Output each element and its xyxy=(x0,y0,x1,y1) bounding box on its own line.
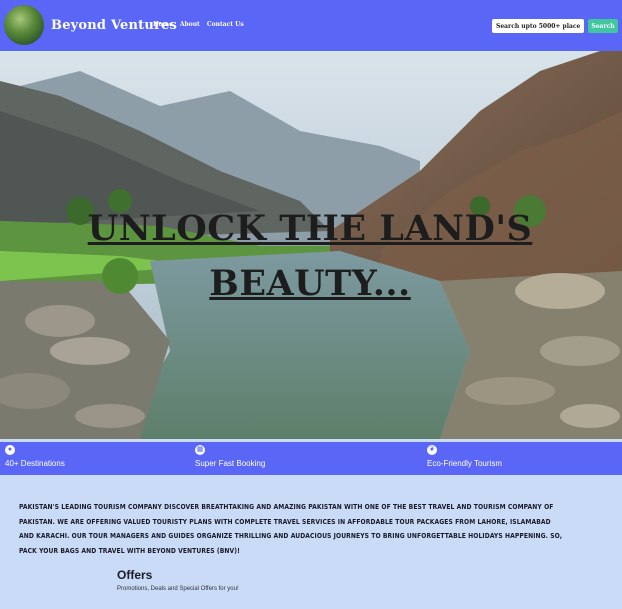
search-button[interactable]: Search xyxy=(588,19,618,33)
brand-logo[interactable] xyxy=(4,5,44,45)
nav-links: Home About Contact Us xyxy=(153,21,244,28)
nav-contact-link[interactable]: Contact Us xyxy=(207,21,244,28)
feature-label: 40+ Destinations xyxy=(5,459,65,468)
feature-destinations: ● 40+ Destinations xyxy=(5,445,65,468)
map-pin-icon: ● xyxy=(5,445,15,455)
nav-about-link[interactable]: About xyxy=(180,21,200,28)
nav-home-link[interactable]: Home xyxy=(153,21,173,28)
feature-label: Eco-Friendly Tourism xyxy=(427,459,502,468)
hero-banner: UNLOCK THE LAND'S BEAUTY... xyxy=(0,51,622,439)
offers-subheading: Promotions, Deals and Special Offers for… xyxy=(117,586,239,592)
feature-eco: ❦ Eco-Friendly Tourism xyxy=(427,445,502,468)
intro-paragraph: Pakistan's leading tourism company Disco… xyxy=(19,502,563,555)
features-bar: ● 40+ Destinations ▦ Super Fast Booking … xyxy=(0,442,622,475)
feature-booking: ▦ Super Fast Booking xyxy=(195,445,265,468)
hero-title: UNLOCK THE LAND'S BEAUTY... xyxy=(87,208,533,304)
navbar: Beyond Ventures Home About Contact Us Se… xyxy=(0,0,622,51)
search-input[interactable] xyxy=(492,19,584,33)
leaf-icon: ❦ xyxy=(427,445,437,455)
offers-heading: Offers xyxy=(117,568,153,582)
calendar-icon: ▦ xyxy=(195,445,205,455)
feature-label: Super Fast Booking xyxy=(195,459,266,468)
